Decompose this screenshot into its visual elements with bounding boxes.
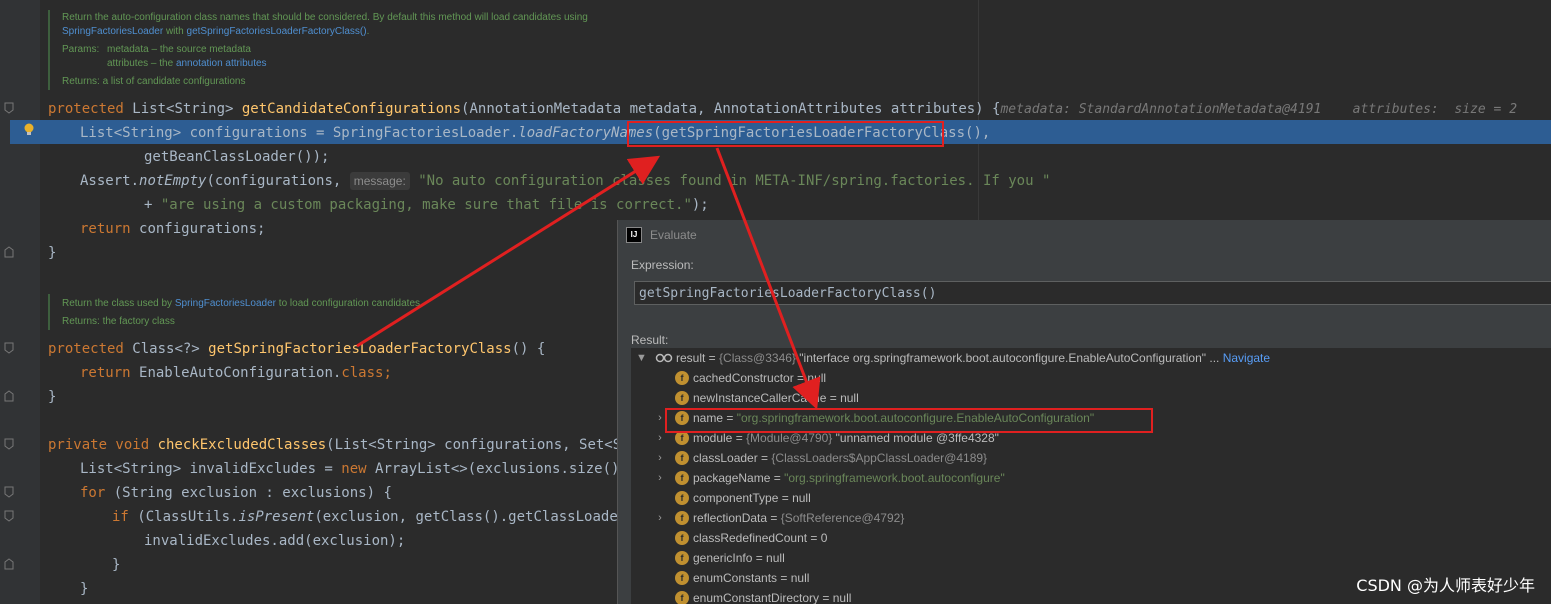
code-line[interactable]: invalidExcludes.add(exclusion);	[144, 529, 405, 553]
result-label: Result:	[631, 333, 669, 347]
code-line[interactable]: protected List<String> getCandidateConfi…	[48, 97, 1517, 121]
field-name: enumConstants	[693, 571, 778, 585]
lightbulb-icon[interactable]	[24, 123, 34, 136]
code-line[interactable]: for (String exclusion : exclusions) {	[80, 481, 392, 505]
field-row[interactable]: f componentType = null	[631, 488, 1551, 508]
field-icon: f	[675, 591, 689, 604]
code-line[interactable]: }	[48, 241, 56, 265]
chevron-right-icon[interactable]: ›	[655, 408, 665, 428]
watch-glasses-icon	[655, 353, 673, 363]
field-icon: f	[675, 451, 689, 465]
doc-text: SpringFactoriesLoader with getSpringFact…	[62, 26, 370, 37]
field-name: cachedConstructor	[693, 371, 794, 385]
doc-text: Return the auto-configuration class name…	[62, 12, 588, 23]
highlight-box-call	[627, 121, 944, 147]
doc-param: attributes – the annotation attributes	[107, 58, 267, 69]
field-name: enumConstantDirectory	[693, 591, 820, 604]
doc-comment-bar	[48, 294, 50, 330]
field-icon: f	[675, 571, 689, 585]
fold-icon[interactable]	[4, 486, 14, 498]
fold-icon[interactable]	[4, 558, 14, 570]
navigate-link[interactable]: Navigate	[1223, 351, 1270, 365]
field-name: packageName	[693, 471, 771, 485]
code-line[interactable]: if (ClassUtils.isPresent(exclusion, getC…	[112, 505, 643, 529]
chevron-down-icon[interactable]: ▼	[636, 348, 647, 368]
code-line[interactable]: }	[112, 553, 120, 577]
chevron-right-icon[interactable]: ›	[655, 468, 665, 488]
fold-icon[interactable]	[4, 246, 14, 258]
result-tree[interactable]: ▼ result = {Class@3346} "interface org.s…	[631, 348, 1551, 604]
inline-debug-values: metadata: StandardAnnotationMetadata@419…	[1000, 102, 1518, 117]
doc-comment-bar	[48, 10, 50, 90]
field-icon: f	[675, 471, 689, 485]
doc-link[interactable]: getSpringFactoriesLoaderFactoryClass()	[187, 26, 367, 37]
field-icon: f	[675, 551, 689, 565]
code-line[interactable]: private void checkExcludedClasses(List<S…	[48, 433, 655, 457]
field-name: classLoader	[693, 451, 758, 465]
doc-returns: Returns: a list of candidate configurati…	[62, 76, 246, 87]
fold-icon[interactable]	[4, 390, 14, 402]
code-line[interactable]: + "are using a custom packaging, make su…	[144, 193, 709, 217]
doc-text: Return the class used by SpringFactories…	[62, 298, 423, 309]
code-line[interactable]: }	[80, 577, 88, 601]
code-line[interactable]: return EnableAutoConfiguration.class;	[80, 361, 392, 385]
field-row[interactable]: f newInstanceCallerCache = null	[631, 388, 1551, 408]
highlight-box-name-field	[665, 408, 1153, 433]
code-line[interactable]: }	[48, 385, 56, 409]
doc-param: metadata – the source metadata	[107, 44, 251, 55]
parameter-hint: message:	[349, 172, 410, 190]
field-icon: f	[675, 391, 689, 405]
fold-icon[interactable]	[4, 342, 14, 354]
field-name: reflectionData	[693, 511, 768, 525]
field-name: module	[693, 431, 733, 445]
doc-link[interactable]: SpringFactoriesLoader	[62, 26, 163, 37]
field-name: genericInfo	[693, 551, 753, 565]
expression-label: Expression:	[631, 258, 694, 272]
field-icon: f	[675, 491, 689, 505]
dialog-title: Evaluate	[650, 228, 697, 242]
field-row[interactable]: › f reflectionData = {SoftReference@4792}	[631, 508, 1551, 528]
field-row[interactable]: f genericInfo = null	[631, 548, 1551, 568]
watermark: CSDN @为人师表好少年	[1356, 576, 1535, 595]
fold-icon[interactable]	[4, 102, 14, 114]
field-icon: f	[675, 531, 689, 545]
field-row[interactable]: f classRedefinedCount = 0	[631, 528, 1551, 548]
code-line[interactable]: return configurations;	[80, 217, 265, 241]
field-name: classRedefinedCount	[693, 531, 808, 545]
result-name: result	[676, 351, 706, 365]
field-icon: f	[675, 371, 689, 385]
result-row[interactable]: ▼ result = {Class@3346} "interface org.s…	[631, 348, 1551, 368]
fold-icon[interactable]	[4, 510, 14, 522]
code-line[interactable]: Assert.notEmpty(configurations, message:…	[80, 169, 1050, 193]
code-line[interactable]: protected Class<?> getSpringFactoriesLoa…	[48, 337, 545, 361]
field-icon: f	[675, 511, 689, 525]
fold-icon[interactable]	[4, 438, 14, 450]
field-name: newInstanceCallerCache	[693, 391, 827, 405]
field-row[interactable]: f cachedConstructor = null	[631, 368, 1551, 388]
code-line[interactable]: getBeanClassLoader());	[144, 145, 329, 169]
expression-input[interactable]: getSpringFactoriesLoaderFactoryClass()	[634, 281, 1551, 305]
field-row[interactable]: › f classLoader = {ClassLoaders$AppClassLo…	[631, 448, 1551, 468]
code-line[interactable]: List<String> invalidExcludes = new Array…	[80, 457, 636, 481]
field-row[interactable]: › f packageName = "org.springframework.boo…	[631, 468, 1551, 488]
chevron-right-icon[interactable]: ›	[655, 448, 665, 468]
doc-returns: Returns: the factory class	[62, 316, 175, 327]
chevron-right-icon[interactable]: ›	[655, 508, 665, 528]
doc-params-label: Params:	[62, 44, 100, 55]
chevron-right-icon[interactable]: ›	[655, 428, 665, 448]
field-name: componentType	[693, 491, 779, 505]
field-icon: f	[675, 431, 689, 445]
